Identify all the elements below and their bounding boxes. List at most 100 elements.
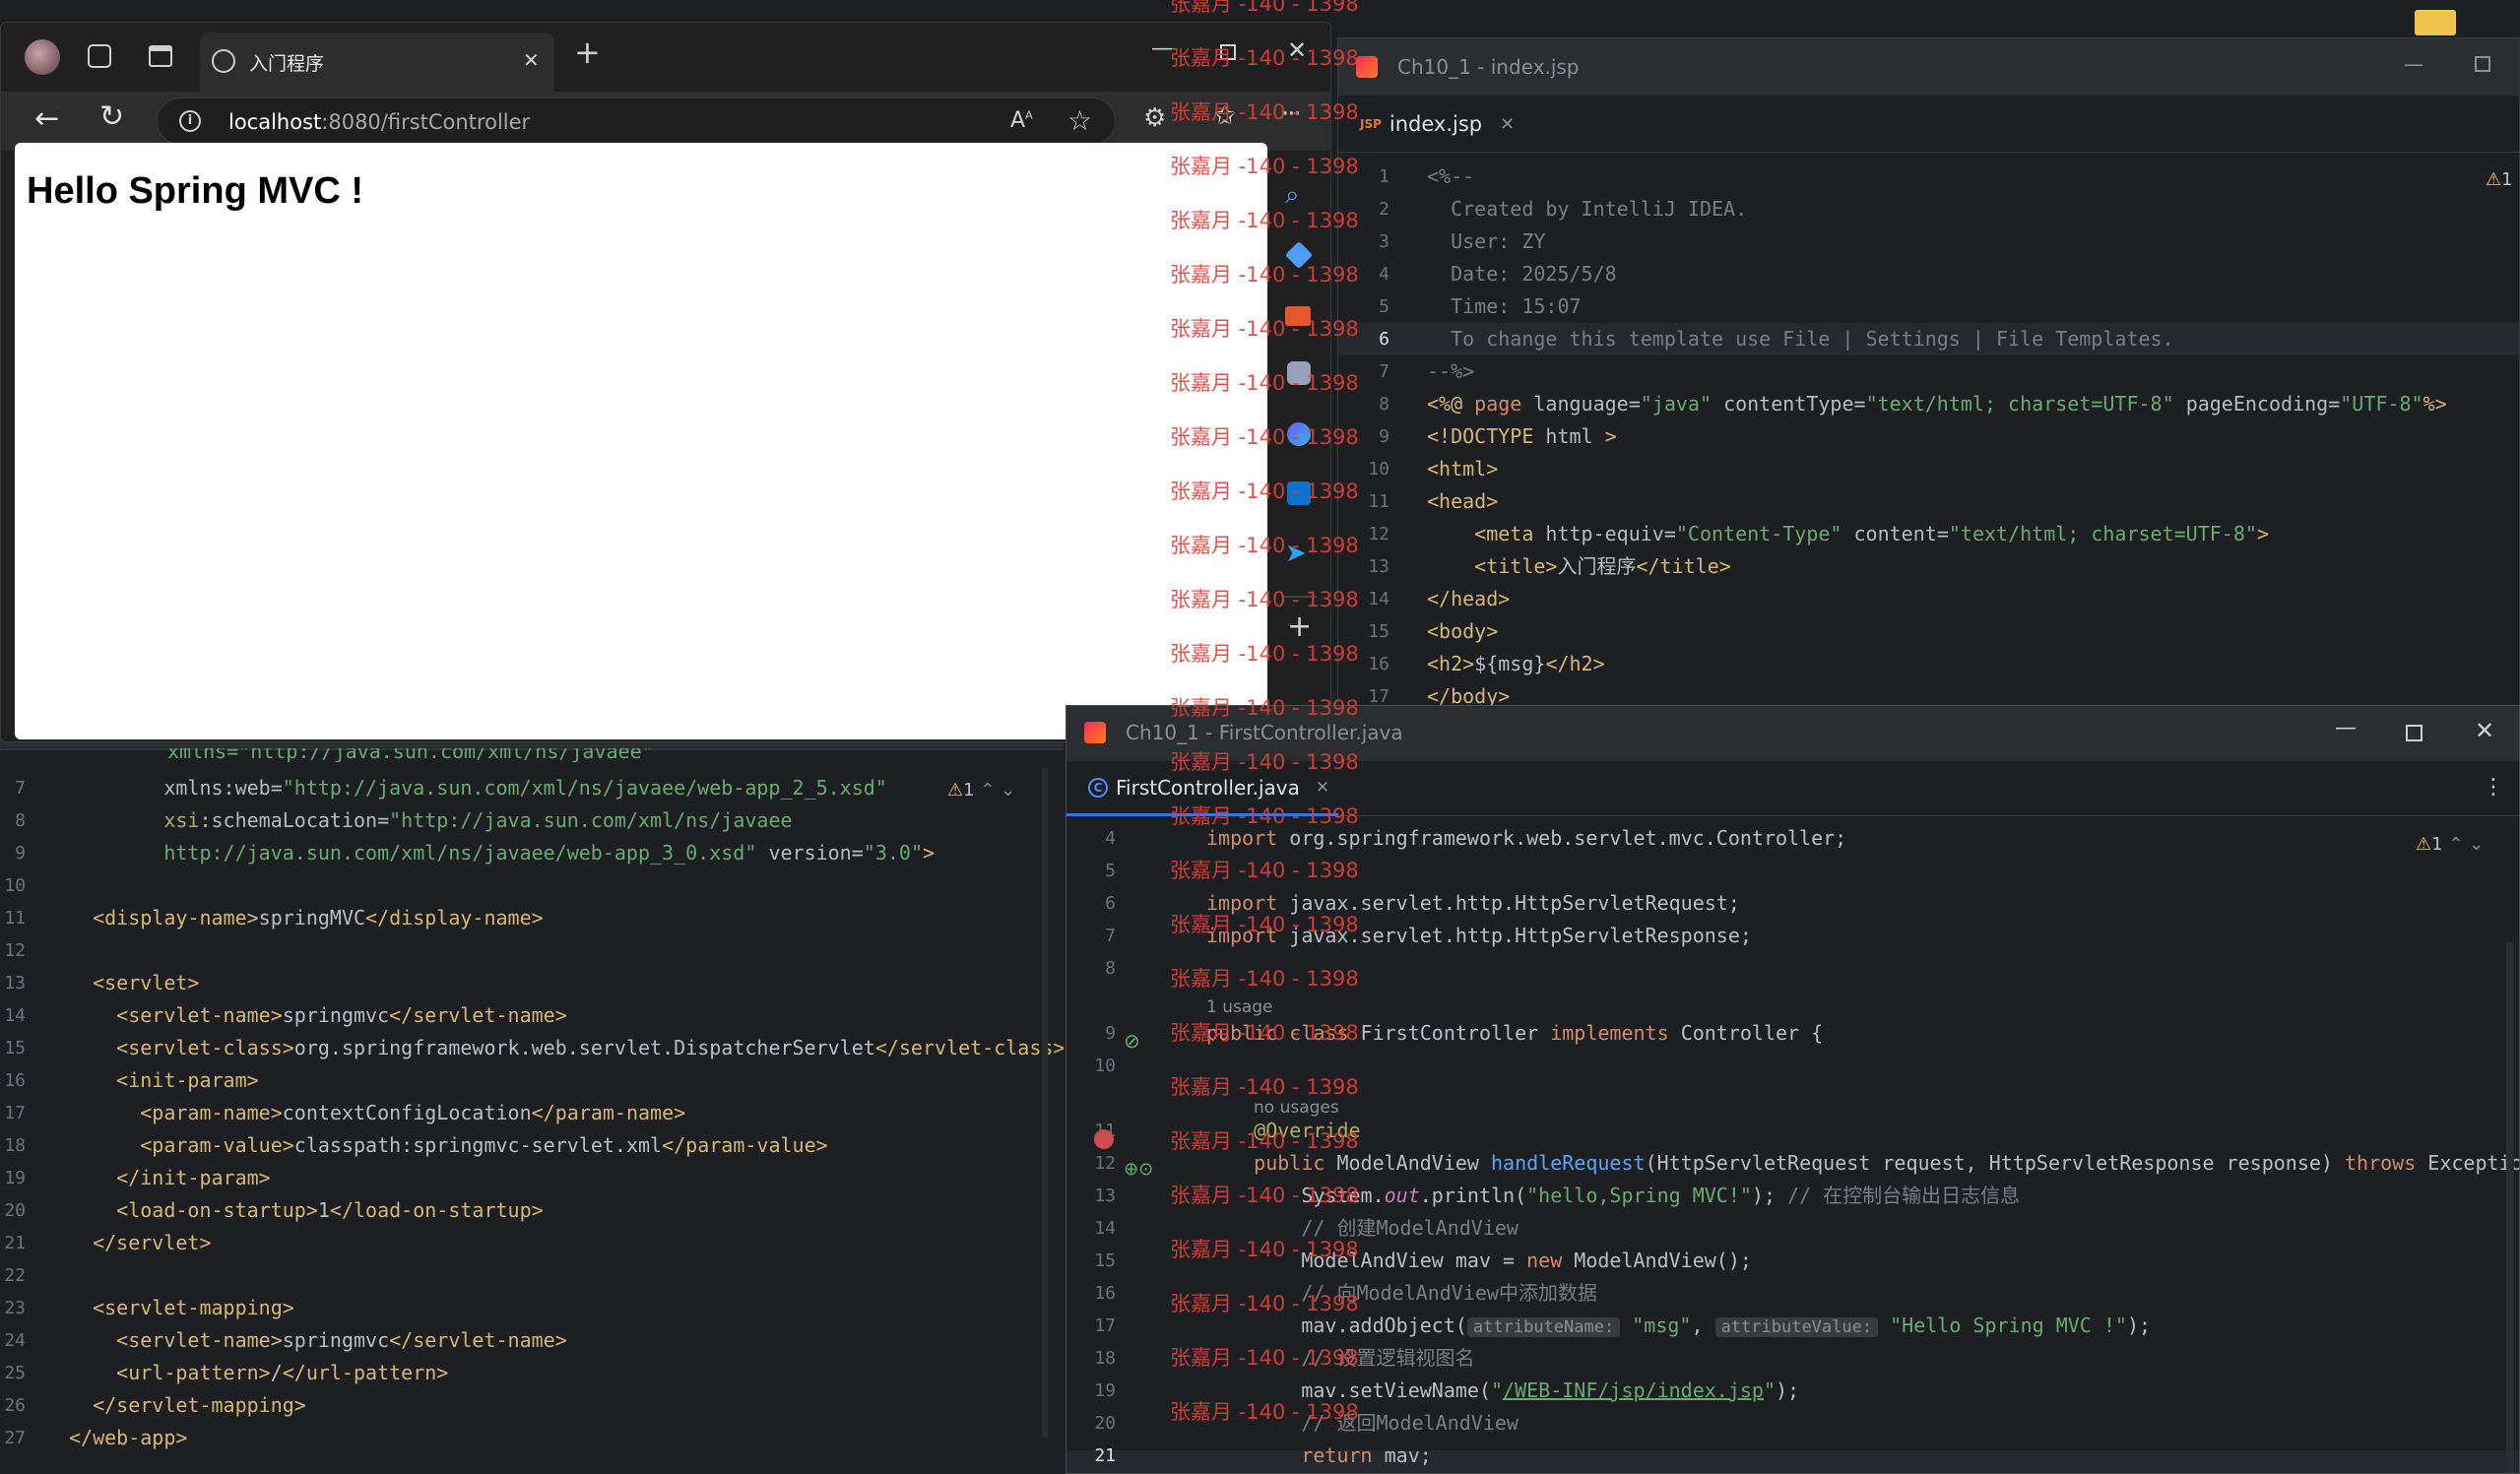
code-line[interactable]: 14 <servlet-name>springmvc</servlet-name… bbox=[0, 999, 1054, 1032]
workspaces-icon[interactable] bbox=[88, 44, 111, 68]
read-aloud-icon[interactable]: AA bbox=[1010, 108, 1033, 133]
close-window-icon[interactable]: ✕ bbox=[2475, 717, 2494, 744]
code-line[interactable]: 11 <head> bbox=[1338, 485, 2510, 518]
code-line[interactable]: 13 <servlet> bbox=[0, 967, 1054, 999]
code-line[interactable]: 1 <%-- bbox=[1338, 160, 2510, 193]
line-number: 14 bbox=[4, 1005, 26, 1026]
code-text: </head> bbox=[1427, 587, 1511, 610]
watermark-text: 张嘉月 -140 - 1398 bbox=[1170, 46, 1359, 70]
line-number: 19 bbox=[4, 1168, 26, 1188]
code-line[interactable]: 26 </servlet-mapping> bbox=[0, 1389, 1054, 1422]
maximize-icon[interactable] bbox=[2475, 56, 2490, 72]
code-line[interactable]: 9 http://java.sun.com/xml/ns/javaee/web-… bbox=[0, 837, 1054, 869]
code-line[interactable]: 14 </head> bbox=[1338, 583, 2510, 615]
no-usages-hint[interactable]: no usages bbox=[1254, 1098, 1339, 1118]
code-line[interactable]: 9 <!DOCTYPE html > bbox=[1338, 420, 2510, 453]
profile-avatar[interactable] bbox=[25, 39, 60, 75]
code-line[interactable]: 11 <display-name>springMVC</display-name… bbox=[0, 902, 1054, 934]
code-line[interactable]: 18 <param-value>classpath:springmvc-serv… bbox=[0, 1129, 1054, 1162]
code-line[interactable]: 6 To change this template use File | Set… bbox=[1338, 323, 2510, 355]
address-bar[interactable]: i localhost:8080/firstController AA ☆ bbox=[157, 97, 1116, 145]
browser-tab-bar: 入门程序 ✕ + — ✕ bbox=[1, 23, 1330, 92]
code-line[interactable]: 24 <servlet-name>springmvc</servlet-name… bbox=[0, 1324, 1054, 1357]
code-line[interactable]: 2 Created by IntelliJ IDEA. bbox=[1338, 193, 2510, 225]
watermark-text: 张嘉月 -140 - 1398 bbox=[1170, 425, 1359, 449]
code-line[interactable]: 10 bbox=[0, 869, 1054, 902]
close-tab-icon[interactable]: ✕ bbox=[1316, 778, 1329, 798]
code-line[interactable]: 19 </init-param> bbox=[0, 1162, 1054, 1194]
code-line[interactable]: 10 <html> bbox=[1338, 453, 2510, 485]
close-tab-icon[interactable]: ✕ bbox=[523, 48, 540, 72]
implements-gutter-icon[interactable]: ⊘ bbox=[1124, 1029, 1140, 1053]
code-line[interactable]: 3 User: ZY bbox=[1338, 225, 2510, 258]
watermark-text: 张嘉月 -140 - 1398 bbox=[1170, 1292, 1359, 1315]
site-info-icon[interactable]: i bbox=[179, 110, 201, 132]
scrollbar[interactable] bbox=[2506, 942, 2514, 1473]
code-line[interactable]: 7 xmlns:web="http://java.sun.com/xml/ns/… bbox=[0, 772, 1054, 804]
line-number: 20 bbox=[1094, 1413, 1116, 1434]
maximize-icon[interactable] bbox=[2406, 725, 2423, 741]
line-number: 23 bbox=[4, 1298, 26, 1318]
back-arrow-icon[interactable]: ← bbox=[34, 101, 59, 136]
watermark-text: 张嘉月 -140 - 1398 bbox=[1170, 155, 1359, 178]
watermark-text: 张嘉月 -140 - 1398 bbox=[1170, 534, 1359, 557]
watermark-text: 张嘉月 -140 - 1398 bbox=[1170, 1021, 1359, 1045]
index-jsp-code-area[interactable]: 1 <%-- 2 Created by IntelliJ IDEA. 3 User: … bbox=[1338, 160, 2510, 745]
extensions-icon[interactable]: ⚙ bbox=[1143, 103, 1166, 133]
code-line[interactable]: 8 <%@ page language="java" contentType="t… bbox=[1338, 388, 2510, 420]
code-text: xsi:schemaLocation="http://java.sun.com/… bbox=[163, 808, 793, 832]
line-number: 25 bbox=[4, 1363, 26, 1383]
code-line[interactable]: 21 return mav; bbox=[1066, 1440, 2504, 1472]
index-jsp-window: Ch10_1 - index.jsp — JSP index.jsp ✕ ⚠1 … bbox=[1337, 37, 2520, 746]
code-text: Created by IntelliJ IDEA. bbox=[1427, 197, 1748, 221]
code-line[interactable]: 17 <param-name>contextConfigLocation</pa… bbox=[0, 1097, 1054, 1129]
watermark-text: 张嘉月 -140 - 1398 bbox=[1170, 371, 1359, 395]
code-line[interactable]: 25 <url-pattern>/</url-pattern> bbox=[0, 1357, 1054, 1389]
browser-viewport: Hello Spring MVC ! bbox=[15, 143, 1267, 739]
line-number: 26 bbox=[4, 1395, 26, 1416]
code-line[interactable]: 12 <meta http-equiv="Content-Type" conte… bbox=[1338, 518, 2510, 550]
line-number: 13 bbox=[4, 973, 26, 993]
web-xml-scrollbar[interactable] bbox=[1042, 768, 1048, 1438]
minimize-icon[interactable]: — bbox=[2335, 716, 2357, 740]
more-tabs-icon[interactable]: ⋮ bbox=[2483, 775, 2504, 800]
folder-icon[interactable] bbox=[2415, 10, 2456, 35]
address-url[interactable]: localhost:8080/firstController bbox=[228, 110, 530, 134]
line-number: 15 bbox=[4, 1038, 26, 1058]
code-line[interactable]: 16 <init-param> bbox=[0, 1064, 1054, 1097]
new-tab-icon[interactable]: + bbox=[574, 36, 601, 68]
code-line[interactable]: 21 </servlet> bbox=[0, 1227, 1054, 1259]
close-tab-icon[interactable]: ✕ bbox=[1500, 114, 1515, 135]
tab-index-jsp[interactable]: JSP index.jsp ✕ bbox=[1360, 109, 1515, 139]
code-line[interactable]: 12 bbox=[0, 934, 1054, 967]
code-line[interactable]: 23 <servlet-mapping> bbox=[0, 1292, 1054, 1324]
breakpoint-icon[interactable] bbox=[1094, 1129, 1114, 1149]
code-line[interactable]: 13 <title>入门程序</title> bbox=[1338, 550, 2510, 583]
line-number: 7 bbox=[1105, 926, 1116, 946]
code-line[interactable]: 7 --%> bbox=[1338, 355, 2510, 388]
code-line[interactable]: 22 bbox=[0, 1259, 1054, 1292]
code-line[interactable]: 8 xsi:schemaLocation="http://java.sun.co… bbox=[0, 804, 1054, 837]
code-line[interactable]: 16 <h2>${msg}</h2> bbox=[1338, 648, 2510, 680]
code-line[interactable]: 4 Date: 2025/5/8 bbox=[1338, 258, 2510, 290]
browser-tab-active[interactable]: 入门程序 ✕ bbox=[200, 32, 554, 92]
code-text: http://java.sun.com/xml/ns/javaee/web-ap… bbox=[163, 841, 936, 865]
line-number: 12 bbox=[1094, 1153, 1116, 1174]
watermark-text: 张嘉月 -140 - 1398 bbox=[1170, 1346, 1359, 1370]
code-line[interactable]: 15 <servlet-class>org.springframework.we… bbox=[0, 1032, 1064, 1064]
refresh-icon[interactable]: ↻ bbox=[99, 99, 124, 134]
code-line[interactable]: 20 <load-on-startup>1</load-on-startup> bbox=[0, 1194, 1054, 1227]
usage-hint[interactable]: 1 usage bbox=[1206, 997, 1273, 1017]
code-text: <load-on-startup>1</load-on-startup> bbox=[116, 1198, 544, 1222]
favorite-star-icon[interactable]: ☆ bbox=[1067, 104, 1092, 137]
minimize-icon[interactable]: — bbox=[2404, 52, 2423, 76]
override-gutter-icon[interactable]: ⊕⊙ bbox=[1124, 1159, 1153, 1180]
line-number: 18 bbox=[4, 1135, 26, 1156]
tab-actions-icon[interactable] bbox=[149, 45, 172, 67]
web-xml-code-area[interactable]: 7 xmlns:web="http://java.sun.com/xml/ns/… bbox=[0, 772, 1064, 1474]
intellij-logo-icon bbox=[1084, 722, 1106, 743]
code-text: <servlet> bbox=[93, 971, 200, 994]
code-line[interactable]: 15 <body> bbox=[1338, 615, 2510, 648]
code-line[interactable]: 27 </web-app> bbox=[0, 1422, 1054, 1454]
code-line[interactable]: 5 Time: 15:07 bbox=[1338, 290, 2510, 323]
